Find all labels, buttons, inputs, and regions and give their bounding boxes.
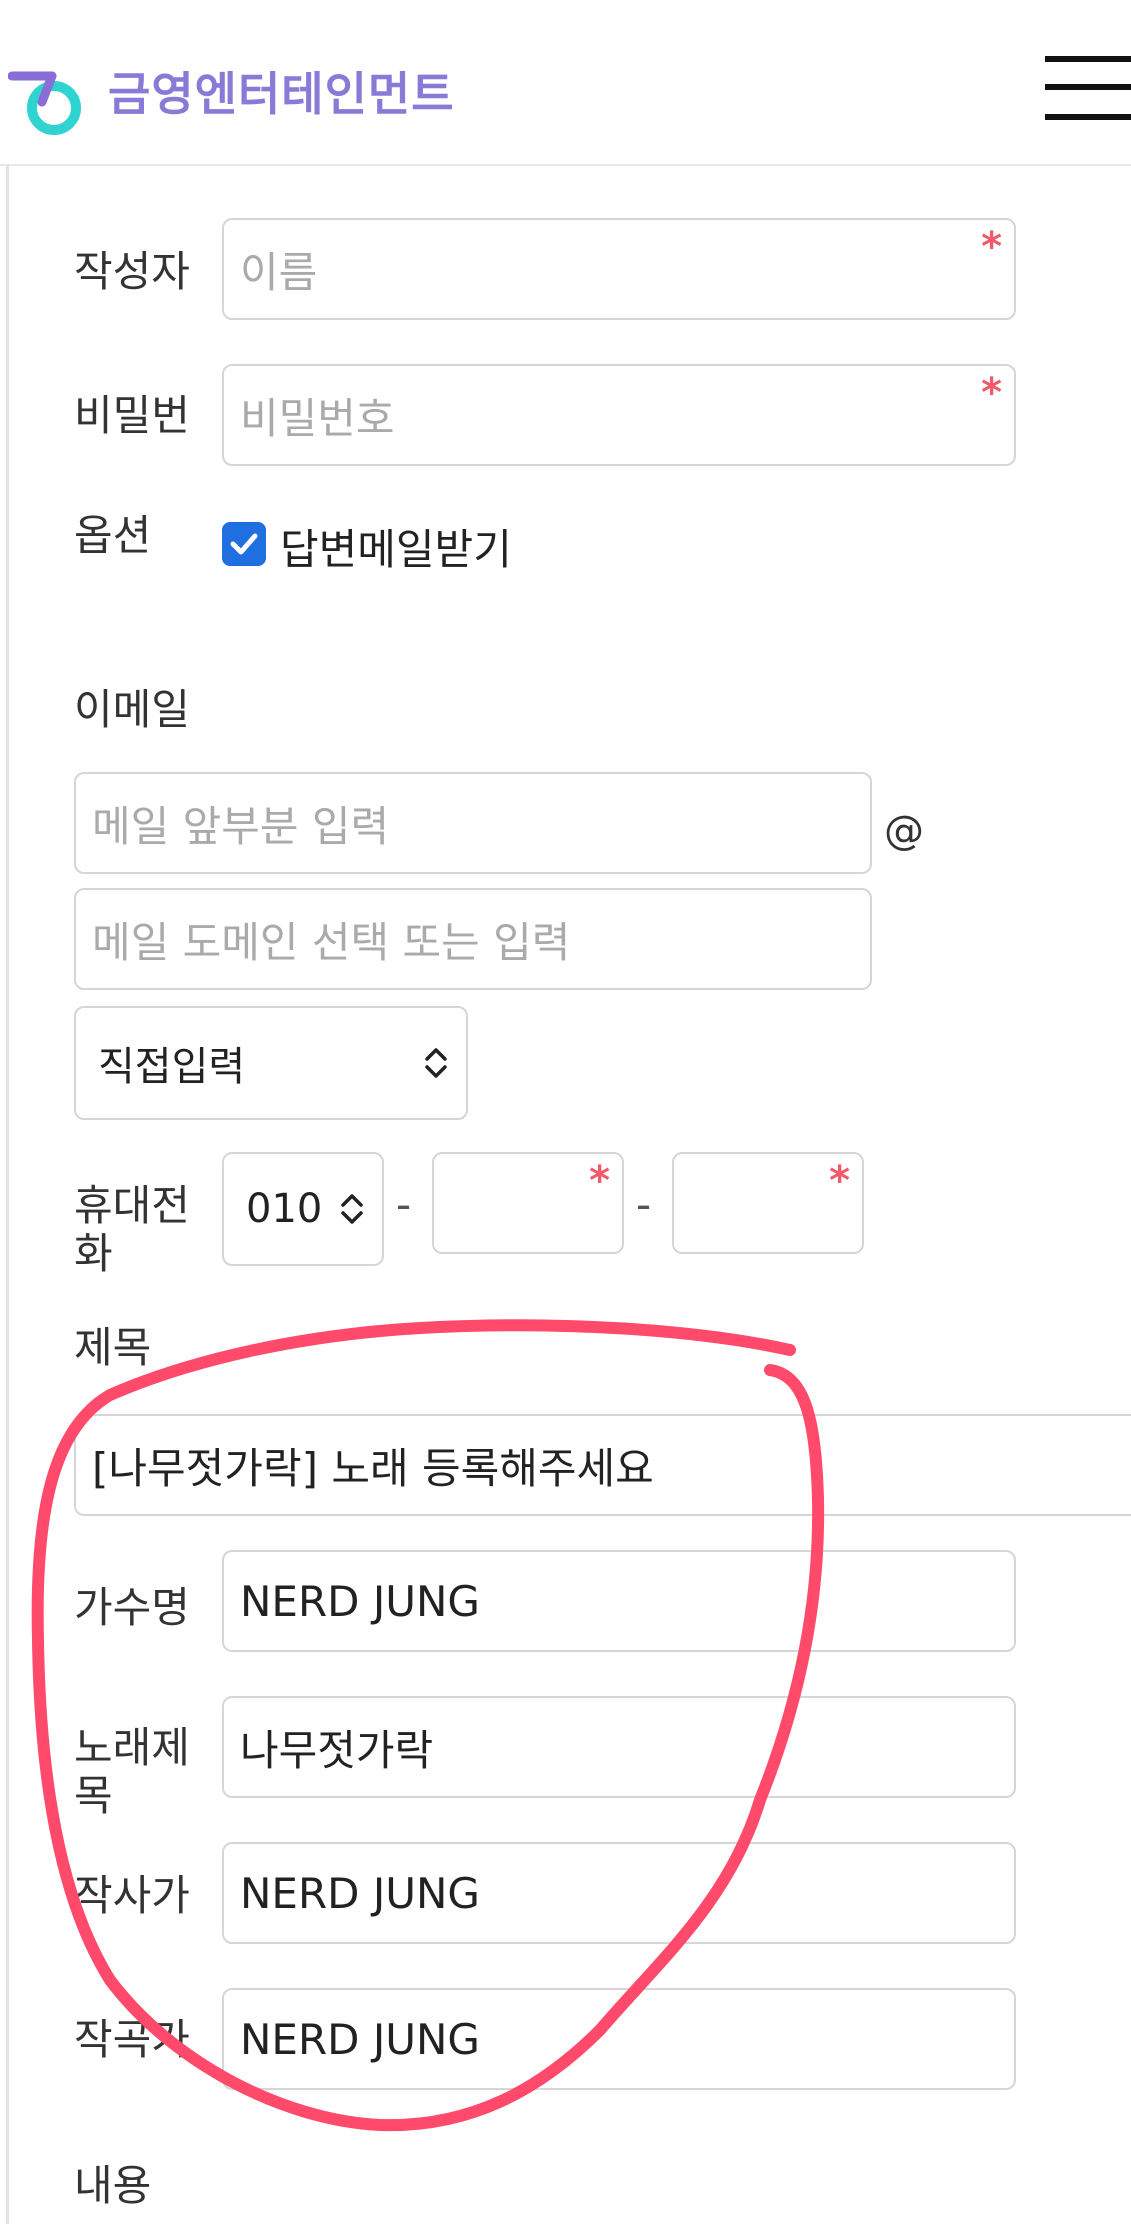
singer-input[interactable]: NERD JUNG bbox=[222, 1550, 1016, 1652]
password-label: 비밀번호 bbox=[74, 392, 190, 442]
at-sign: @ bbox=[884, 808, 924, 854]
lyricist-label: 작사가 bbox=[74, 1871, 190, 1920]
check-icon bbox=[230, 533, 258, 555]
required-mark: * bbox=[829, 1158, 850, 1204]
phone-prefix-value: 010 bbox=[246, 1186, 323, 1232]
phone-last-input[interactable]: * bbox=[672, 1152, 864, 1254]
composer-input[interactable]: NERD JUNG bbox=[222, 1988, 1016, 2090]
brand-logo-icon[interactable] bbox=[8, 62, 98, 142]
author-label: 작성자 bbox=[74, 247, 190, 296]
content-border bbox=[6, 164, 9, 2224]
author-placeholder: 이름 bbox=[240, 247, 318, 297]
email-local-input[interactable]: 메일 앞부분 입력 bbox=[74, 772, 872, 874]
reply-email-checkbox[interactable] bbox=[222, 522, 266, 566]
lyricist-value: NERD JUNG bbox=[240, 1868, 480, 1918]
composer-value: NERD JUNG bbox=[240, 2014, 480, 2064]
content-label: 내용 bbox=[74, 2161, 152, 2210]
phone-middle-input[interactable]: * bbox=[432, 1152, 624, 1254]
song-title-label: 노래제목 bbox=[74, 1724, 190, 1820]
reply-email-label[interactable]: 답변메일받기 bbox=[280, 516, 512, 577]
subject-label: 제목 bbox=[74, 1323, 152, 1372]
email-label: 이메일 bbox=[74, 685, 190, 734]
phone-separator: - bbox=[636, 1180, 652, 1229]
singer-value: NERD JUNG bbox=[240, 1576, 480, 1626]
brand-name[interactable]: 금영엔터테인먼트 bbox=[108, 58, 455, 124]
select-chevron-icon bbox=[425, 1048, 447, 1078]
select-chevron-icon bbox=[341, 1194, 363, 1224]
required-mark: * bbox=[981, 370, 1002, 416]
email-domain-select-value: 직접입력 bbox=[98, 1044, 246, 1090]
phone-label: 휴대전화 bbox=[74, 1182, 190, 1278]
lyricist-input[interactable]: NERD JUNG bbox=[222, 1842, 1016, 1944]
composer-label: 작곡가 bbox=[74, 2015, 190, 2064]
phone-prefix-select[interactable]: 010 bbox=[222, 1152, 384, 1266]
email-domain-placeholder: 메일 도메인 선택 또는 입력 bbox=[92, 917, 571, 967]
singer-label: 가수명 bbox=[74, 1583, 190, 1632]
option-label: 옵션 bbox=[74, 512, 152, 560]
email-local-placeholder: 메일 앞부분 입력 bbox=[92, 801, 390, 851]
required-mark: * bbox=[981, 224, 1002, 270]
subject-value: [나무젓가락] 노래 등록해주세요 bbox=[92, 1443, 654, 1493]
email-domain-input[interactable]: 메일 도메인 선택 또는 입력 bbox=[74, 888, 872, 990]
site-header: 금영엔터테인먼트 bbox=[0, 0, 1131, 166]
subject-input[interactable]: [나무젓가락] 노래 등록해주세요 bbox=[74, 1414, 1131, 1516]
email-domain-select[interactable]: 직접입력 bbox=[74, 1006, 468, 1120]
hamburger-menu-icon[interactable] bbox=[1045, 56, 1131, 122]
password-placeholder: 비밀번호 bbox=[240, 393, 395, 443]
password-input[interactable]: 비밀번호 * bbox=[222, 364, 1016, 466]
required-mark: * bbox=[589, 1158, 610, 1204]
song-title-value: 나무젓가락 bbox=[240, 1725, 434, 1775]
author-input[interactable]: 이름 * bbox=[222, 218, 1016, 320]
phone-separator: - bbox=[396, 1180, 412, 1229]
song-title-input[interactable]: 나무젓가락 bbox=[222, 1696, 1016, 1798]
